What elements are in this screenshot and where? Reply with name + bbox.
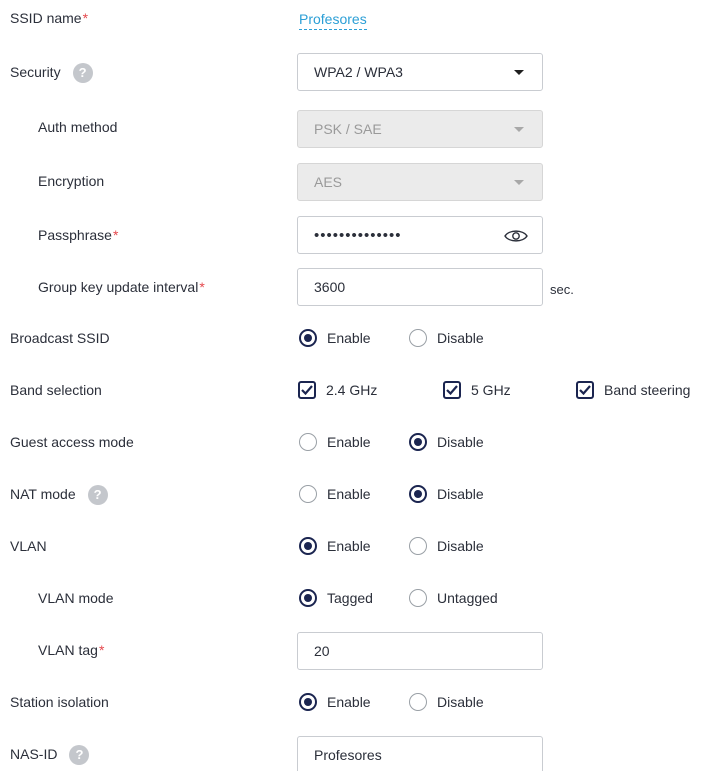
- group-key-unit: sec.: [550, 282, 574, 297]
- radio-unchecked-icon: [409, 329, 427, 347]
- radio-checked-icon: [299, 329, 317, 347]
- ssid-name-link[interactable]: Profesores: [299, 9, 367, 30]
- radio-checked-icon: [409, 433, 427, 451]
- guest-access-label: Guest access mode: [10, 434, 134, 450]
- station-isolation-label: Station isolation: [10, 694, 109, 710]
- broadcast-ssid-disable-radio[interactable]: Disable: [409, 328, 484, 348]
- checkbox-checked-icon: [298, 381, 316, 399]
- radio-unchecked-icon: [299, 485, 317, 503]
- broadcast-ssid-enable-radio[interactable]: Enable: [299, 328, 371, 348]
- radio-checked-icon: [299, 693, 317, 711]
- vlan-disable-radio[interactable]: Disable: [409, 536, 484, 556]
- station-isolation-disable-radio[interactable]: Disable: [409, 692, 484, 712]
- auth-method-label: Auth method: [38, 119, 118, 135]
- radio-checked-icon: [409, 485, 427, 503]
- caret-down-icon: [514, 70, 524, 75]
- passphrase-input[interactable]: ••••••••••••••: [297, 216, 543, 254]
- radio-unchecked-icon: [409, 589, 427, 607]
- vlan-mode-untagged-radio[interactable]: Untagged: [409, 588, 498, 608]
- station-isolation-enable-radio[interactable]: Enable: [299, 692, 371, 712]
- eye-icon[interactable]: [504, 228, 528, 247]
- nas-id-label: NAS-ID?: [10, 744, 90, 766]
- band-steering-checkbox[interactable]: Band steering: [576, 380, 690, 400]
- vlan-mode-label: VLAN mode: [38, 590, 114, 606]
- vlan-mode-tagged-radio[interactable]: Tagged: [299, 588, 373, 608]
- nat-mode-disable-radio[interactable]: Disable: [409, 484, 484, 504]
- radio-unchecked-icon: [409, 693, 427, 711]
- vlan-tag-input[interactable]: 20: [297, 632, 543, 670]
- nat-mode-enable-radio[interactable]: Enable: [299, 484, 371, 504]
- radio-unchecked-icon: [299, 433, 317, 451]
- encryption-select: AES: [297, 163, 543, 201]
- help-icon[interactable]: ?: [69, 745, 90, 766]
- broadcast-ssid-label: Broadcast SSID: [10, 330, 110, 346]
- security-select[interactable]: WPA2 / WPA3: [297, 53, 543, 91]
- vlan-enable-radio[interactable]: Enable: [299, 536, 371, 556]
- help-icon[interactable]: ?: [87, 485, 108, 506]
- band-2-4ghz-checkbox[interactable]: 2.4 GHz: [298, 380, 377, 400]
- group-key-label: Group key update interval*: [38, 279, 205, 295]
- caret-down-icon: [514, 180, 524, 185]
- vlan-label: VLAN: [10, 538, 47, 554]
- help-icon[interactable]: ?: [72, 63, 93, 84]
- checkbox-checked-icon: [576, 381, 594, 399]
- vlan-tag-label: VLAN tag*: [38, 642, 105, 658]
- radio-unchecked-icon: [409, 537, 427, 555]
- group-key-input[interactable]: 3600: [297, 268, 543, 306]
- ssid-name-label: SSID name*: [10, 10, 89, 26]
- band-5ghz-checkbox[interactable]: 5 GHz: [443, 380, 511, 400]
- encryption-label: Encryption: [38, 173, 105, 189]
- passphrase-value: ••••••••••••••: [314, 226, 402, 244]
- nat-mode-label: NAT mode?: [10, 484, 108, 506]
- guest-access-disable-radio[interactable]: Disable: [409, 432, 484, 452]
- radio-checked-icon: [299, 589, 317, 607]
- checkbox-checked-icon: [443, 381, 461, 399]
- nas-id-input[interactable]: Profesores: [297, 736, 543, 771]
- auth-method-select: PSK / SAE: [297, 110, 543, 148]
- security-label: Security?: [10, 62, 93, 84]
- caret-down-icon: [514, 127, 524, 132]
- guest-access-enable-radio[interactable]: Enable: [299, 432, 371, 452]
- passphrase-label: Passphrase*: [38, 227, 119, 243]
- radio-checked-icon: [299, 537, 317, 555]
- band-selection-label: Band selection: [10, 382, 102, 398]
